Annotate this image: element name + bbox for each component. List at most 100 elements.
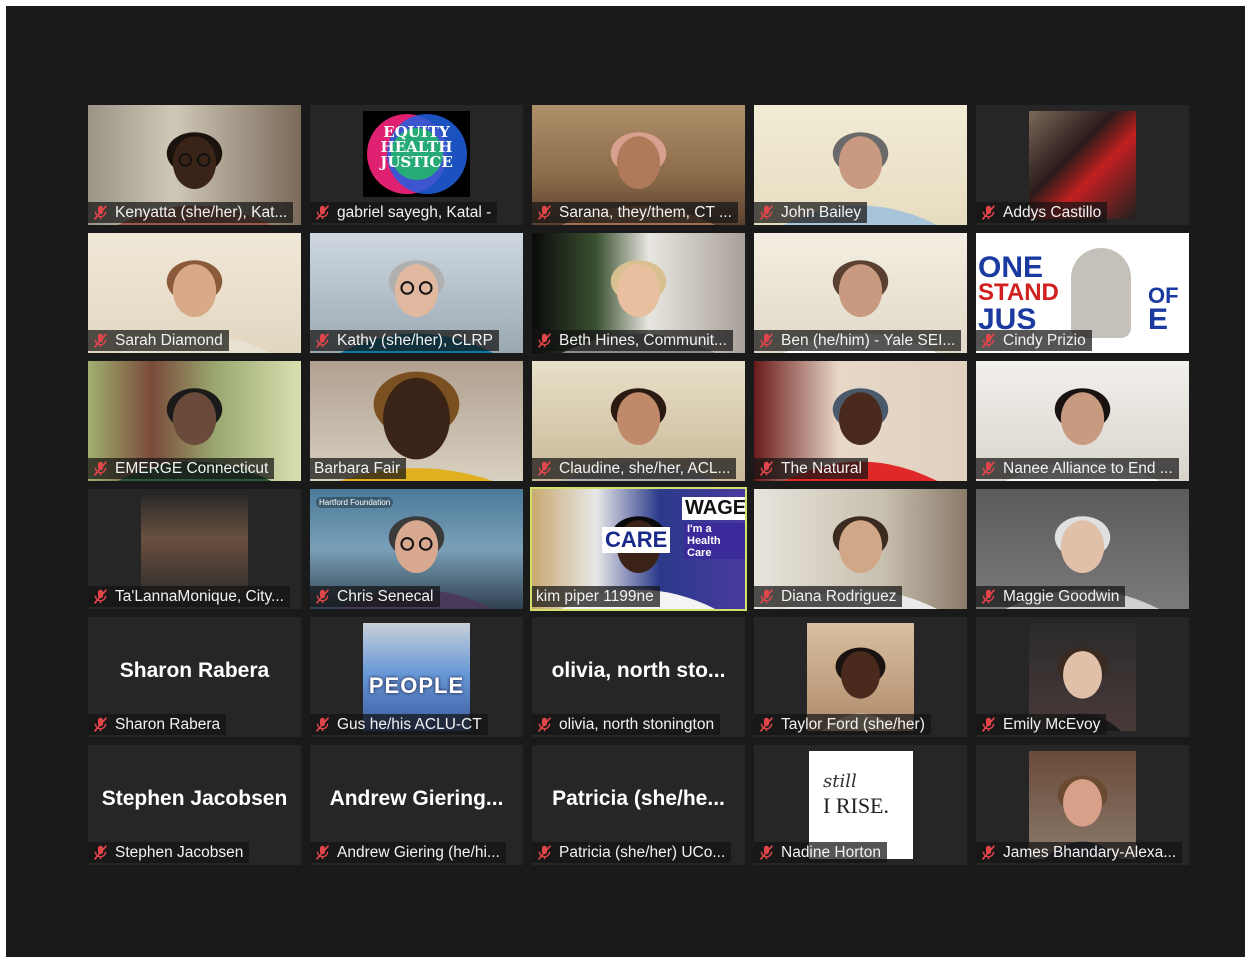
muted-microphone-icon	[536, 460, 553, 477]
participant-name: Diana Rodriguez	[781, 588, 897, 605]
participant-tile[interactable]: John Bailey	[754, 105, 967, 225]
muted-microphone-icon	[92, 204, 109, 221]
participant-name-label: Maggie Goodwin	[976, 586, 1126, 607]
participant-tile[interactable]: The Natural	[754, 361, 967, 481]
participant-name: Patricia (she/her) UCo...	[559, 844, 726, 861]
participant-tile[interactable]: Andrew Giering... Andrew Giering (he/hi..…	[310, 745, 523, 865]
participant-name: The Natural	[781, 460, 862, 477]
muted-microphone-icon	[314, 332, 331, 349]
participant-tile[interactable]: Hartford Foundation Chris Senecal	[310, 489, 523, 609]
participant-tile[interactable]: Sarana, they/them, CT ...	[532, 105, 745, 225]
muted-microphone-icon	[980, 844, 997, 861]
profile-picture-text: I RISE.	[823, 793, 889, 818]
participant-tile[interactable]: Sharon Rabera Sharon Rabera	[88, 617, 301, 737]
background-sign-text: I'm a Health Care	[684, 523, 745, 559]
muted-microphone-icon	[758, 204, 775, 221]
participant-tile[interactable]: Kathy (she/her), CLRP	[310, 233, 523, 353]
participant-tile[interactable]: Ben (he/him) - Yale SEI...	[754, 233, 967, 353]
participant-name: Andrew Giering (he/hi...	[337, 844, 500, 861]
participant-name: Ben (he/him) - Yale SEI...	[781, 332, 956, 349]
participant-tile[interactable]: ONE STAND OF JUS E Cindy Prizio	[976, 233, 1189, 353]
background-sign-text: WAGE	[682, 497, 745, 520]
participant-name-label: The Natural	[754, 458, 868, 479]
muted-microphone-icon	[758, 844, 775, 861]
participant-name: EMERGE Connecticut	[115, 460, 269, 477]
participant-tile[interactable]: Maggie Goodwin	[976, 489, 1189, 609]
participant-tile[interactable]: still I RISE. Nadine Horton	[754, 745, 967, 865]
participant-name-label: Kathy (she/her), CLRP	[310, 330, 499, 351]
muted-microphone-icon	[314, 204, 331, 221]
participant-tile[interactable]: Sarah Diamond	[88, 233, 301, 353]
participant-name-label: Diana Rodriguez	[754, 586, 903, 607]
muted-microphone-icon	[536, 716, 553, 733]
participant-name-label: Nanee Alliance to End ...	[976, 458, 1179, 479]
participant-name: James Bhandary-Alexa...	[1003, 844, 1177, 861]
participant-name-label: Taylor Ford (she/her)	[754, 714, 931, 735]
gallery-view: Kenyatta (she/her), Kat... EQUITY HEALTH JU…	[88, 105, 1189, 865]
participant-name-label: Kenyatta (she/her), Kat...	[88, 202, 294, 223]
participant-name-label: Gus he/his ACLU-CT	[310, 714, 488, 735]
muted-microphone-icon	[536, 332, 553, 349]
participant-name-label: Patricia (she/her) UCo...	[532, 842, 732, 863]
participant-tile[interactable]: Beth Hines, Communit...	[532, 233, 745, 353]
participant-name-label: Barbara Fair	[310, 458, 407, 479]
participant-name-label: kim piper 1199ne	[532, 586, 660, 607]
muted-microphone-icon	[980, 332, 997, 349]
virtual-background-logo-text: Hartford Foundation	[316, 497, 394, 508]
logo-text: JUSTICE	[380, 153, 453, 171]
muted-microphone-icon	[758, 460, 775, 477]
logo-text: E	[1148, 303, 1169, 336]
participant-tile[interactable]: Taylor Ford (she/her)	[754, 617, 967, 737]
participant-name: kim piper 1199ne	[536, 588, 654, 605]
participant-name: Chris Senecal	[337, 588, 434, 605]
participant-tile[interactable]: Patricia (she/he... Patricia (she/her) UC…	[532, 745, 745, 865]
participant-name-label: James Bhandary-Alexa...	[976, 842, 1183, 863]
muted-microphone-icon	[92, 588, 109, 605]
participant-tile[interactable]: Nanee Alliance to End ...	[976, 361, 1189, 481]
participant-name-label: Sarana, they/them, CT ...	[532, 202, 738, 223]
participant-name-label: Emily McEvoy	[976, 714, 1107, 735]
participant-name: Kathy (she/her), CLRP	[337, 332, 493, 349]
participant-display-name: Andrew Giering...	[329, 787, 504, 810]
participant-tile[interactable]: EMERGE Connecticut	[88, 361, 301, 481]
participant-tile[interactable]: PEOPLE Gus he/his ACLU-CT	[310, 617, 523, 737]
participant-name-label: Ben (he/him) - Yale SEI...	[754, 330, 962, 351]
muted-microphone-icon	[92, 332, 109, 349]
participant-tile[interactable]: James Bhandary-Alexa...	[976, 745, 1189, 865]
profile-picture-text: PEOPLE	[368, 673, 465, 698]
participant-figure	[1071, 248, 1131, 338]
participant-name: Nadine Horton	[781, 844, 881, 861]
participant-tile[interactable]: Barbara Fair	[310, 361, 523, 481]
muted-microphone-icon	[314, 716, 331, 733]
participant-display-name: olivia, north sto...	[551, 659, 726, 682]
participant-tile[interactable]: EQUITY HEALTH JUSTICE gabriel sayegh, Katal…	[310, 105, 523, 225]
profile-picture-text: still	[823, 771, 857, 792]
participant-name: gabriel sayegh, Katal -	[337, 204, 492, 221]
participant-tile[interactable]: Ta'LannaMonique, City...	[88, 489, 301, 609]
muted-microphone-icon	[980, 460, 997, 477]
participant-tile[interactable]: olivia, north sto... olivia, north stonin…	[532, 617, 745, 737]
participant-tile[interactable]: Emily McEvoy	[976, 617, 1189, 737]
muted-microphone-icon	[980, 204, 997, 221]
participant-name-label: John Bailey	[754, 202, 868, 223]
participant-name: Kenyatta (she/her), Kat...	[115, 204, 288, 221]
participant-tile[interactable]: Addys Castillo	[976, 105, 1189, 225]
participant-name-label: Ta'LannaMonique, City...	[88, 586, 290, 607]
muted-microphone-icon	[758, 588, 775, 605]
participant-name: Sarah Diamond	[115, 332, 223, 349]
participant-tile[interactable]: Stephen Jacobsen Stephen Jacobsen	[88, 745, 301, 865]
meeting-window: Kenyatta (she/her), Kat... EQUITY HEALTH JU…	[6, 6, 1245, 957]
participant-name: Claudine, she/her, ACL...	[559, 460, 731, 477]
participant-name-label: Chris Senecal	[310, 586, 440, 607]
participant-tile[interactable]: Diana Rodriguez	[754, 489, 967, 609]
participant-name: Sharon Rabera	[115, 716, 221, 733]
participant-tile[interactable]: WAGE CARE I'm a Health Care kim piper 1199n…	[530, 487, 747, 611]
participant-name: Sarana, they/them, CT ...	[559, 204, 732, 221]
participant-tile[interactable]: Kenyatta (she/her), Kat...	[88, 105, 301, 225]
participant-name-label: EMERGE Connecticut	[88, 458, 275, 479]
muted-microphone-icon	[92, 460, 109, 477]
participant-name-label: Andrew Giering (he/hi...	[310, 842, 506, 863]
participant-display-name: Stephen Jacobsen	[101, 787, 288, 810]
participant-tile[interactable]: Claudine, she/her, ACL...	[532, 361, 745, 481]
participant-name-label: Nadine Horton	[754, 842, 887, 863]
